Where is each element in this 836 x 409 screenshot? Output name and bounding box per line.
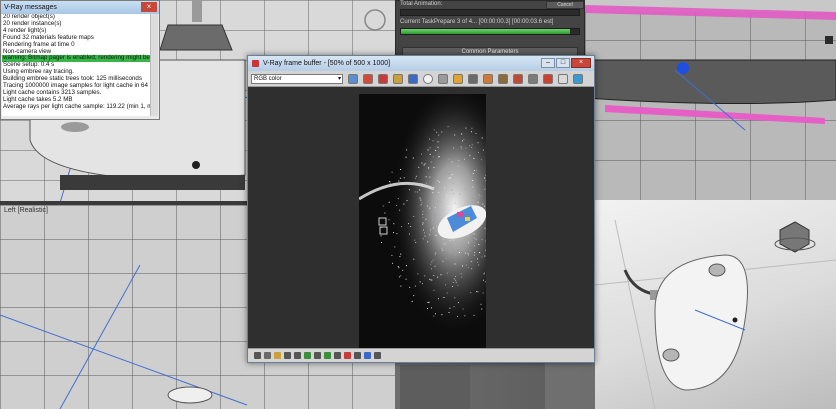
task-progress-bar <box>400 28 580 35</box>
lamp-top-shape <box>654 254 748 391</box>
viewport-nav-icon[interactable] <box>825 36 833 44</box>
clear-image-icon[interactable] <box>363 74 373 84</box>
channel-select[interactable]: RGB color ▾ <box>251 74 343 84</box>
vray-logo-icon <box>252 60 259 67</box>
interactive-render-icon[interactable] <box>543 74 553 84</box>
srgb-icon[interactable] <box>314 352 321 359</box>
render-progress-panel: Total Animation: Cancel Current Task: Pr… <box>395 0 585 60</box>
render-preview-image <box>359 94 486 348</box>
messages-scrollbar[interactable] <box>150 14 158 116</box>
curves-icon[interactable] <box>294 352 301 359</box>
display-correct-icon[interactable] <box>364 352 371 359</box>
viewport-top-right[interactable] <box>585 0 836 200</box>
lut-icon[interactable] <box>304 352 311 359</box>
track-mouse-icon[interactable] <box>483 74 493 84</box>
frame-buffer-toolbar: RGB color ▾ <box>248 71 594 87</box>
cancel-button[interactable]: Cancel <box>546 1 584 9</box>
task-progress-fill <box>401 29 571 34</box>
red-channel-icon[interactable] <box>378 74 388 84</box>
lamp-shade-shape <box>159 24 233 51</box>
viewport-bottom-right[interactable] <box>595 200 836 409</box>
lamp-button-shape <box>662 348 680 362</box>
frame-buffer-title: V-Ray frame buffer - [50% of 500 x 1000] <box>263 60 391 67</box>
pixel-info-icon[interactable] <box>354 352 361 359</box>
wire-mesh-shape <box>585 59 836 105</box>
compare-ab-icon[interactable] <box>344 352 351 359</box>
frame-buffer-bottom-toolbar <box>248 348 594 362</box>
alpha-channel-icon[interactable] <box>423 74 433 84</box>
region-render-icon[interactable] <box>513 74 523 84</box>
viewcube-icon[interactable] <box>364 9 386 31</box>
mono-icon[interactable] <box>438 74 448 84</box>
blue-gizmo-shape <box>677 62 689 74</box>
minimize-button[interactable]: – <box>541 58 555 68</box>
total-animation-label: Total Animation: <box>400 1 443 7</box>
exposure-icon[interactable] <box>264 352 271 359</box>
channel-select-value: RGB color <box>254 76 282 82</box>
lamp-base-shape <box>60 175 245 190</box>
pink-edge-shape <box>605 105 825 124</box>
vray-messages-window[interactable]: V-Ray messages × 20 render object(s) 20 r… <box>0 0 160 120</box>
color-corrections-icon[interactable] <box>558 74 568 84</box>
current-task-label: Current Task: <box>400 19 436 25</box>
maximize-button[interactable]: □ <box>556 58 570 68</box>
messages-titlebar[interactable]: V-Ray messages × <box>1 1 159 14</box>
render-region-icon[interactable] <box>468 74 478 84</box>
levels-icon[interactable] <box>284 352 291 359</box>
message-line: Average rays per light cache sample: 119… <box>3 102 150 110</box>
messages-close-button[interactable]: × <box>141 2 157 12</box>
frame-buffer-titlebar[interactable]: V-Ray frame buffer - [50% of 500 x 1000]… <box>248 56 594 71</box>
lamp-knob-shape <box>61 122 89 132</box>
render-last-icon[interactable] <box>528 74 538 84</box>
messages-title: V-Ray messages <box>4 4 57 11</box>
lock-region-icon[interactable] <box>498 74 508 84</box>
save-image-icon[interactable] <box>348 74 358 84</box>
render-noise-image <box>359 94 486 348</box>
lens-effects-icon[interactable] <box>334 352 341 359</box>
settings-icon[interactable] <box>374 352 381 359</box>
close-button[interactable]: × <box>571 58 591 68</box>
history-icon[interactable] <box>254 352 261 359</box>
viewport-top-right-scene <box>585 0 836 131</box>
messages-log[interactable]: 20 render object(s) 20 render instance(s)… <box>2 14 150 116</box>
viewcube-icon[interactable] <box>779 221 810 253</box>
load-image-icon[interactable] <box>453 74 463 84</box>
white-balance-icon[interactable] <box>274 352 281 359</box>
teapot-render-icon[interactable] <box>573 74 583 84</box>
blue-channel-icon[interactable] <box>408 74 418 84</box>
chevron-down-icon: ▾ <box>337 76 341 82</box>
lamp-foot-shape <box>167 386 213 404</box>
lamp-pivot-shape <box>192 161 200 169</box>
stamp-icon[interactable] <box>324 352 331 359</box>
green-channel-icon[interactable] <box>393 74 403 84</box>
lamp-cord-shape <box>192 0 202 22</box>
frame-buffer-canvas[interactable] <box>248 87 594 348</box>
total-progress-bar <box>400 9 580 16</box>
current-task-value: Prepare 3 of 4... [00:00:00.3] [00:00:03… <box>434 19 554 25</box>
viewport-bottom-right-scene <box>595 219 836 409</box>
vray-frame-buffer-window[interactable]: V-Ray frame buffer - [50% of 500 x 1000]… <box>247 55 595 363</box>
